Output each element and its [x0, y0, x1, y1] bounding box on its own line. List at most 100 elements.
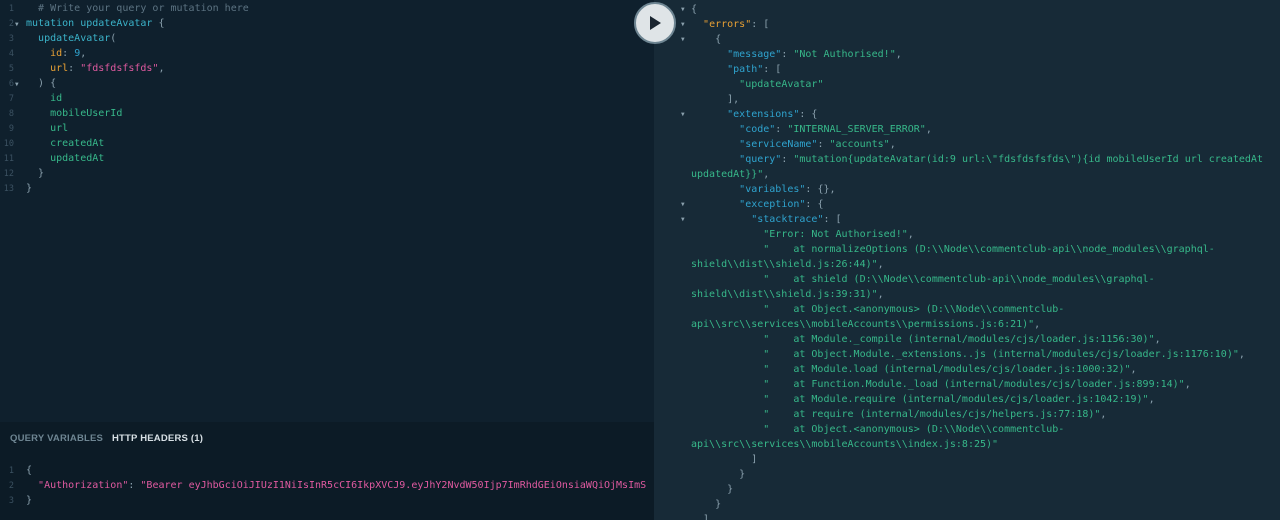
line-number: 2 — [8, 481, 14, 491]
result-line-text: "exception": { — [691, 197, 823, 212]
code-token: , — [158, 63, 165, 74]
json-token: " at Module._compile (internal/modules/c… — [763, 334, 1155, 345]
json-token: shield\\dist\\shield.js:39:31)" — [691, 289, 878, 300]
result-line: ▼ "stacktrace": [ — [654, 212, 1280, 227]
editor-line[interactable]: 9 url — [0, 121, 654, 136]
json-token: ], — [691, 94, 740, 105]
json-token: " at Object.Module._extensions..js (inte… — [763, 349, 1239, 360]
result-line: " at Object.<anonymous> (D:\\Node\\comme… — [654, 422, 1280, 437]
fold-toggle-icon[interactable]: ▼ — [14, 77, 26, 92]
editor-line[interactable]: 6▼ ) { — [0, 76, 654, 91]
header-line[interactable]: 2 "Authorization": "Bearer eyJhbGciOiJIU… — [0, 478, 654, 493]
tab-query-variables[interactable]: QUERY VARIABLES — [10, 433, 103, 444]
line-number: 13 — [3, 184, 14, 194]
result-line-text: api\\src\\services\\mobileAccounts\\inde… — [691, 437, 998, 452]
json-token: { — [691, 4, 698, 15]
json-token: "message" — [727, 49, 782, 60]
fold-toggle-icon[interactable]: ▼ — [14, 17, 26, 32]
line-number: 10 — [3, 139, 14, 149]
line-number: 8 — [8, 109, 14, 119]
json-token: " at Function.Module._load (internal/mod… — [763, 379, 1185, 390]
result-line: ▼ "errors": [ — [654, 17, 1280, 32]
line-number: 11 — [3, 154, 14, 164]
result-json: ▼{▼ "errors": [▼ { "message": "Not Autho… — [654, 0, 1280, 520]
result-line: } — [654, 482, 1280, 497]
result-line-text: ] — [691, 512, 709, 520]
json-token: , — [925, 124, 932, 135]
header-line[interactable]: 3} — [0, 493, 654, 508]
code-token: id — [50, 93, 63, 104]
json-token: : — [781, 154, 794, 165]
result-line-text: shield\\dist\\shield.js:39:31)", — [691, 287, 884, 302]
json-token: : { — [805, 199, 824, 210]
json-token: : {}, — [805, 184, 836, 195]
result-line-text: "updateAvatar" — [691, 77, 823, 92]
result-line: ] — [654, 512, 1280, 520]
json-token: " at normalizeOptions (D:\\Node\\comment… — [763, 244, 1215, 255]
result-line-text: } — [691, 482, 733, 497]
variables-tabs: QUERY VARIABLES HTTP HEADERS (1) — [10, 433, 209, 444]
code-token: "Authorization" — [38, 480, 129, 491]
header-line[interactable]: 1{ — [0, 463, 654, 478]
json-token: , — [889, 139, 896, 150]
editor-line[interactable]: 8 mobileUserId — [0, 106, 654, 121]
editor-line[interactable]: 4 id: 9, — [0, 46, 654, 61]
json-token: , — [1148, 394, 1155, 405]
json-token: , — [1238, 349, 1245, 360]
run-query-button[interactable] — [634, 2, 676, 44]
result-line-text: " at Object.<anonymous> (D:\\Node\\comme… — [691, 302, 1064, 317]
result-line-text: "serviceName": "accounts", — [691, 137, 896, 152]
json-token: , — [1184, 379, 1191, 390]
json-token: { — [691, 34, 722, 45]
result-line-text: " at Object.<anonymous> (D:\\Node\\comme… — [691, 422, 1064, 437]
json-token: "stacktrace" — [751, 214, 824, 225]
code-token: url — [50, 123, 69, 134]
editor-line[interactable]: 5 url: "fdsfdsfsfds", — [0, 61, 654, 76]
editor-line[interactable]: 7 id — [0, 91, 654, 106]
result-line: " at shield (D:\\Node\\commentclub-api\\… — [654, 272, 1280, 287]
query-editor-lines[interactable]: 1 # Write your query or mutation here 2▼ m… — [0, 0, 654, 196]
editor-line[interactable]: 11 updatedAt — [0, 151, 654, 166]
fold-toggle-icon[interactable]: ▼ — [681, 32, 689, 47]
editor-line[interactable]: 1 # Write your query or mutation here — [0, 1, 654, 16]
result-line-text: "Error: Not Authorised!", — [691, 227, 914, 242]
json-token: " at shield (D:\\Node\\commentclub-api\\… — [763, 274, 1155, 285]
query-editor[interactable]: 1 # Write your query or mutation here 2▼ m… — [0, 0, 654, 422]
editor-line[interactable]: 3 updateAvatar( — [0, 31, 654, 46]
editor-line[interactable]: 10 createdAt — [0, 136, 654, 151]
http-headers-editor[interactable]: 1{2 "Authorization": "Bearer eyJhbGciOiJ… — [0, 463, 654, 508]
result-line: " at Object.<anonymous> (D:\\Node\\comme… — [654, 302, 1280, 317]
tab-http-headers[interactable]: HTTP HEADERS (1) — [112, 433, 203, 444]
fold-toggle-icon[interactable]: ▼ — [681, 2, 689, 17]
json-token: , — [1154, 334, 1161, 345]
fold-toggle-icon[interactable]: ▼ — [681, 197, 689, 212]
fold-toggle-icon[interactable]: ▼ — [681, 17, 689, 32]
code-token: "fdsfdsfsfds" — [80, 63, 159, 74]
code-token: } — [26, 168, 45, 179]
result-line: ▼ "extensions": { — [654, 107, 1280, 122]
result-line: " at normalizeOptions (D:\\Node\\comment… — [654, 242, 1280, 257]
editor-line[interactable]: 12 } — [0, 166, 654, 181]
code-token: updateAvatar — [80, 18, 153, 29]
result-line-text: " at normalizeOptions (D:\\Node\\comment… — [691, 242, 1215, 257]
editor-line[interactable]: 2▼ mutation updateAvatar { — [0, 16, 654, 31]
result-line-text: updatedAt}}", — [691, 167, 769, 182]
result-line: "message": "Not Authorised!", — [654, 47, 1280, 62]
fold-toggle-icon[interactable]: ▼ — [681, 107, 689, 122]
code-token: { — [152, 18, 165, 29]
json-token: : [ — [823, 214, 842, 225]
fold-toggle-icon[interactable]: ▼ — [681, 212, 689, 227]
code-token: : — [62, 48, 75, 59]
editor-line[interactable]: 13} — [0, 181, 654, 196]
